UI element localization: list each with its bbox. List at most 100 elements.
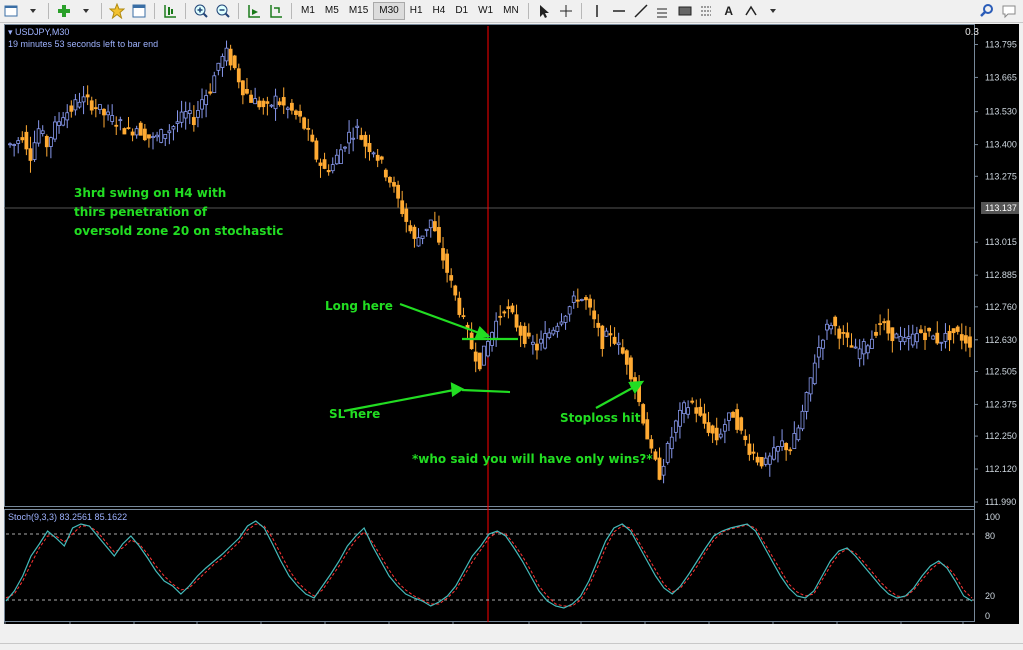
chart-shift-icon[interactable]: [244, 2, 264, 20]
candle-body: [874, 331, 878, 336]
price-axis: 113.795 113.665 113.530 113.400 113.275 113.0…: [974, 39, 1017, 507]
price-chart[interactable]: 113.795 113.665 113.530 113.400 113.275 113.0…: [4, 24, 1019, 624]
candle-body: [902, 337, 907, 343]
candle-body: [388, 176, 392, 183]
timeframe-mn[interactable]: MN: [498, 2, 524, 20]
candle-body: [77, 101, 82, 108]
candle-body: [155, 134, 159, 138]
candle-body: [351, 137, 356, 140]
autoscroll-icon[interactable]: [266, 2, 286, 20]
candle-body: [416, 237, 421, 247]
candle-body: [800, 410, 805, 430]
candle-body: [522, 326, 527, 344]
dropdown-arrow-icon[interactable]: [763, 2, 783, 20]
timeframe-m15[interactable]: M15: [344, 2, 373, 20]
candle-body: [657, 457, 662, 480]
timeframe-m30[interactable]: M30: [373, 2, 405, 20]
candle-body: [947, 330, 952, 341]
candle-body: [445, 253, 450, 273]
arrows-shapes-icon[interactable]: [741, 2, 761, 20]
candle-body: [392, 182, 396, 187]
candle-body: [24, 131, 29, 150]
who-said-label: *who said you will have only wins?*: [412, 452, 653, 466]
price-tick-label: 112.505: [985, 366, 1017, 376]
candle-body: [281, 97, 286, 106]
zoom-in-icon[interactable]: [191, 2, 211, 20]
window-list-icon[interactable]: [129, 2, 149, 20]
candle-body: [968, 336, 972, 348]
toolbar-separator: [48, 3, 49, 19]
candle-body: [32, 142, 37, 160]
timeframe-h1[interactable]: H1: [405, 2, 428, 20]
timeframe-d1[interactable]: D1: [450, 2, 473, 20]
candle-body: [163, 134, 168, 139]
candle-body: [330, 164, 335, 172]
zoom-out-icon[interactable]: [213, 2, 233, 20]
search-icon[interactable]: [977, 2, 997, 20]
candle-body: [514, 314, 519, 328]
text-label-tool[interactable]: A: [719, 2, 739, 20]
candle-body: [575, 299, 580, 302]
timeframe-m1[interactable]: M1: [296, 2, 320, 20]
trendline-icon[interactable]: [631, 2, 651, 20]
vertical-line-icon[interactable]: [587, 2, 607, 20]
candle-body: [567, 306, 572, 315]
timeframe-w1[interactable]: W1: [473, 2, 498, 20]
long-here-label: Long here: [325, 299, 393, 313]
candle-body: [547, 332, 552, 339]
indicator-pane-frame: [4, 509, 975, 622]
candle-body: [620, 347, 625, 354]
crosshair-chart-icon[interactable]: [160, 2, 180, 20]
candles: [8, 40, 972, 484]
timeframe-h4[interactable]: H4: [428, 2, 451, 20]
candle-body: [114, 124, 119, 127]
candle-body: [441, 248, 445, 261]
candle-body: [927, 327, 932, 332]
new-chart-icon[interactable]: [1, 2, 21, 20]
candle-body: [322, 159, 327, 169]
candle-body: [771, 447, 776, 460]
equidistant-channel-icon[interactable]: [653, 2, 673, 20]
candle-body: [216, 62, 221, 71]
symbol-title-text: USDJPY,M30: [15, 27, 70, 37]
crosshair-icon[interactable]: [556, 2, 576, 20]
candle-body: [788, 449, 793, 452]
candle-body: [816, 347, 821, 358]
dropdown-arrow-icon[interactable]: [23, 2, 43, 20]
candle-body: [963, 335, 968, 344]
candle-body: [706, 422, 711, 433]
fibonacci-icon[interactable]: [697, 2, 717, 20]
setup-note: 3hrd swing on H4 with thirs penetration …: [74, 186, 284, 238]
horizontal-line-icon[interactable]: [609, 2, 629, 20]
candle-body: [849, 345, 854, 348]
timeframe-m5[interactable]: M5: [320, 2, 344, 20]
stoch-tick-label: 100: [985, 512, 1000, 522]
candle-body: [424, 228, 429, 231]
candle-body: [571, 295, 576, 303]
price-tick-label: 113.530: [985, 107, 1017, 117]
candle-body: [882, 321, 887, 324]
chart-window[interactable]: 113.795 113.665 113.530 113.400 113.275 113.0…: [4, 24, 1019, 624]
candle-body: [118, 119, 123, 122]
candle-body: [400, 200, 405, 215]
candle-body: [481, 345, 486, 366]
candle-body: [106, 111, 110, 116]
candle-body: [653, 451, 658, 460]
candle-body: [412, 226, 417, 239]
chat-bubble-icon[interactable]: [999, 2, 1019, 20]
candle-body: [825, 323, 829, 331]
dropdown-arrow-icon[interactable]: [76, 2, 96, 20]
candle-body: [718, 433, 723, 438]
price-tick-label: 113.015: [985, 237, 1017, 247]
rectangle-shape-icon[interactable]: [675, 2, 695, 20]
toolbar-separator: [101, 3, 102, 19]
add-profile-icon[interactable]: [54, 2, 74, 20]
candle-body: [939, 341, 944, 344]
candle-body: [796, 427, 801, 441]
stoch-axis: 100 80 20 0: [985, 512, 1000, 621]
candle-body: [363, 134, 368, 147]
candle-body: [48, 137, 53, 147]
candle-body: [776, 446, 780, 452]
favorites-star-icon[interactable]: [107, 2, 127, 20]
cursor-arrow-icon[interactable]: [534, 2, 554, 20]
